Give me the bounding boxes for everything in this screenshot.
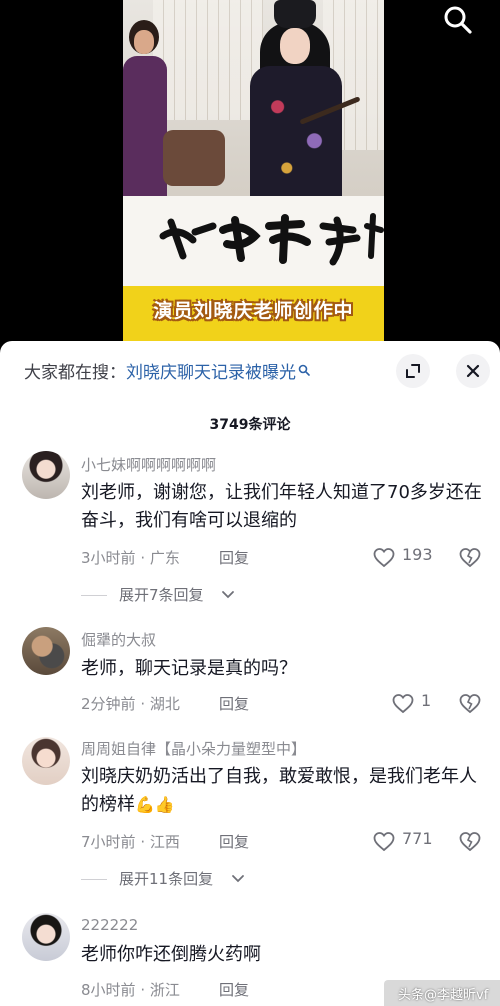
comment-username[interactable]: 周周姐自律【晶小朵力量塑型中】 bbox=[81, 738, 306, 759]
like-button[interactable]: 1 bbox=[391, 691, 451, 716]
comment-username[interactable]: 倔犟的大叔 bbox=[81, 629, 156, 650]
comment-item: 小七妹啊啊啊啊啊啊 刘老师，谢谢您，让我们年轻人知道了70多岁还在奋斗，我们有啥… bbox=[0, 449, 500, 619]
heart-icon bbox=[392, 694, 414, 714]
comment-time: 3小时前 bbox=[81, 549, 136, 567]
hot-search-bar[interactable]: 大家都在搜：刘晓庆聊天记录被曝光 bbox=[24, 358, 310, 386]
dislike-button[interactable] bbox=[458, 830, 482, 854]
reply-button[interactable]: 回复 bbox=[219, 831, 249, 852]
comment-text: 老师你咋还倒腾火药啊 bbox=[81, 944, 261, 965]
calligraphy-strokes bbox=[159, 213, 384, 266]
expand-replies-button[interactable]: 展开7条回复 bbox=[81, 584, 251, 606]
reply-button[interactable]: 回复 bbox=[219, 693, 249, 714]
comment-time: 7小时前 bbox=[81, 833, 136, 851]
like-count: 771 bbox=[402, 829, 433, 848]
chair bbox=[163, 130, 225, 186]
reply-button[interactable]: 回复 bbox=[219, 979, 249, 1000]
comment-text: 刘老师，谢谢您，让我们年轻人知道了70多岁还在奋斗，我们有啥可以退缩的 bbox=[81, 482, 482, 531]
calligrapher-figure bbox=[236, 0, 361, 205]
expand-panel-button[interactable] bbox=[396, 354, 430, 388]
video-player[interactable]: 演员刘晓庆老师创作中 bbox=[0, 0, 500, 352]
avatar[interactable] bbox=[22, 627, 70, 675]
search-icon bbox=[298, 364, 310, 376]
search-button[interactable] bbox=[440, 2, 476, 38]
close-panel-button[interactable] bbox=[456, 354, 490, 388]
watermark: 头条@李越昕vf bbox=[384, 980, 500, 1006]
like-button[interactable]: 771 bbox=[372, 829, 452, 854]
video-frame: 演员刘晓庆老师创作中 bbox=[123, 0, 384, 352]
comment-count: 3749条评论 bbox=[209, 417, 291, 433]
comment-panel: 大家都在搜：刘晓庆聊天记录被曝光 3749条评论 小七妹啊啊啊啊啊啊 刘老师，谢… bbox=[0, 341, 500, 1006]
comment-username[interactable]: 小七妹啊啊啊啊啊啊 bbox=[81, 454, 216, 475]
comment-meta: 2分钟前 · 湖北 bbox=[81, 695, 180, 713]
heart-icon bbox=[373, 832, 395, 852]
avatar[interactable] bbox=[22, 737, 70, 785]
hot-search-prefix: 大家都在搜： bbox=[24, 363, 126, 383]
like-button[interactable]: 193 bbox=[372, 545, 452, 570]
comment-time: 8小时前 bbox=[81, 981, 136, 999]
video-caption: 演员刘晓庆老师创作中 bbox=[153, 300, 354, 322]
reply-button[interactable]: 回复 bbox=[219, 547, 249, 568]
expand-replies-button[interactable]: 展开11条回复 bbox=[81, 868, 261, 890]
chevron-down-icon bbox=[232, 875, 244, 883]
comment-emoji: 💪👍 bbox=[135, 795, 175, 814]
close-icon bbox=[466, 364, 480, 378]
comment-location: 江西 bbox=[149, 833, 180, 851]
comment-location: 湖北 bbox=[149, 695, 180, 713]
like-count: 193 bbox=[402, 545, 433, 564]
broken-heart-icon bbox=[459, 832, 481, 852]
comment-item: 周周姐自律【晶小朵力量塑型中】 刘晓庆奶奶活出了自我，敢爱敢恨，是我们老年人的榜… bbox=[0, 735, 500, 895]
chevron-down-icon bbox=[222, 591, 234, 599]
search-icon bbox=[444, 6, 472, 34]
comment-meta: 8小时前 · 浙江 bbox=[81, 981, 180, 999]
comment-meta: 7小时前 · 江西 bbox=[81, 833, 180, 851]
comment-location: 浙江 bbox=[149, 981, 180, 999]
comment-meta: 3小时前 · 广东 bbox=[81, 549, 180, 567]
broken-heart-icon bbox=[459, 548, 481, 568]
comment-time: 2分钟前 bbox=[81, 695, 136, 713]
comment-username[interactable]: 222222 bbox=[81, 916, 138, 934]
hot-search-topic[interactable]: 刘晓庆聊天记录被曝光 bbox=[126, 363, 296, 383]
comment-item: 倔犟的大叔 老师，聊天记录是真的吗？ 2分钟前 · 湖北 回复 1 bbox=[0, 625, 500, 725]
comment-text: 老师，聊天记录是真的吗？ bbox=[81, 658, 297, 679]
expand-replies-label: 展开11条回复 bbox=[119, 870, 214, 888]
dislike-button[interactable] bbox=[458, 692, 482, 716]
calligraphy-paper bbox=[123, 196, 384, 291]
avatar[interactable] bbox=[22, 913, 70, 961]
heart-icon bbox=[373, 548, 395, 568]
comment-text-wrap: 刘晓庆奶奶活出了自我，敢爱敢恨，是我们老年人的榜样💪👍 bbox=[81, 763, 486, 819]
avatar[interactable] bbox=[22, 451, 70, 499]
dislike-button[interactable] bbox=[458, 546, 482, 570]
expand-icon bbox=[406, 364, 420, 378]
comment-location: 广东 bbox=[149, 549, 180, 567]
broken-heart-icon bbox=[459, 694, 481, 714]
expand-replies-label: 展开7条回复 bbox=[119, 586, 204, 604]
like-count: 1 bbox=[421, 691, 432, 710]
